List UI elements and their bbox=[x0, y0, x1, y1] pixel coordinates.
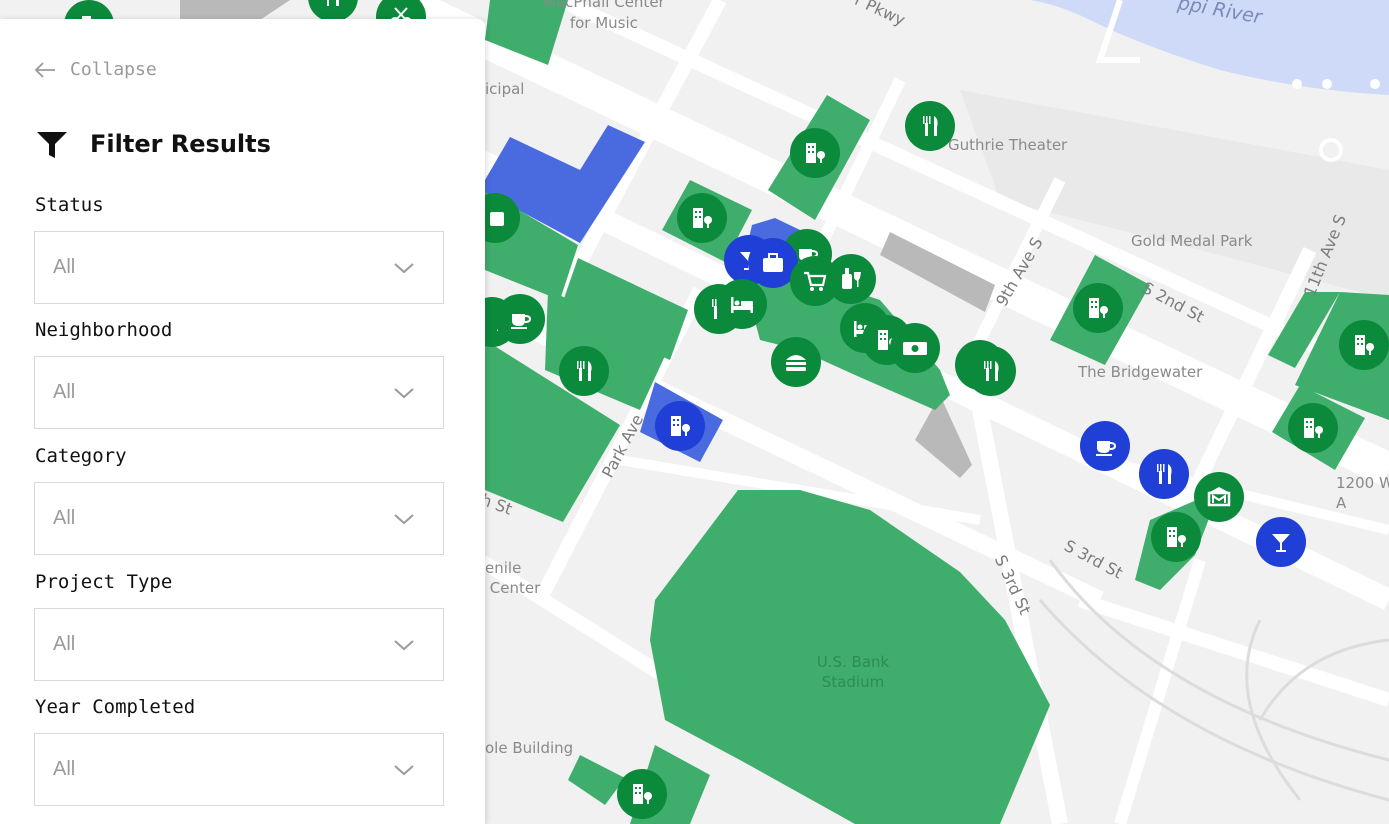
fork-knife-icon bbox=[923, 116, 938, 136]
label-bole-building: ole Building bbox=[485, 739, 574, 757]
chevron-down-icon bbox=[394, 764, 414, 775]
fork-knife-icon bbox=[577, 361, 592, 381]
project-type-label: Project Type bbox=[35, 571, 173, 593]
coffee-cup-icon bbox=[1096, 441, 1117, 456]
funnel-icon bbox=[37, 132, 67, 158]
chevron-down-icon bbox=[394, 513, 414, 524]
map-marker-dining[interactable] bbox=[1139, 449, 1189, 499]
map-marker-hotel[interactable] bbox=[717, 279, 767, 329]
status-label: Status bbox=[35, 194, 104, 216]
label-juvenile-center: enile Center bbox=[485, 559, 541, 597]
building-icon bbox=[1089, 298, 1108, 318]
filter-title: Filter Results bbox=[90, 130, 271, 158]
map-marker-dining[interactable] bbox=[966, 346, 1016, 396]
building-icon bbox=[671, 416, 690, 436]
briefcase-icon bbox=[763, 253, 783, 272]
label-1200-address: 1200 W A bbox=[1336, 474, 1389, 512]
building-icon bbox=[693, 208, 712, 228]
chevron-down-icon bbox=[394, 387, 414, 398]
museum-icon bbox=[1207, 487, 1231, 507]
map-marker-building[interactable] bbox=[655, 401, 705, 451]
map-marker-coffee[interactable] bbox=[495, 294, 545, 344]
cocktail-icon bbox=[1272, 534, 1290, 552]
fork-knife-icon bbox=[984, 361, 999, 381]
map-marker-building[interactable] bbox=[1288, 403, 1338, 453]
map-marker-museum[interactable] bbox=[1194, 472, 1244, 522]
year-completed-select[interactable]: All bbox=[34, 733, 444, 806]
building-icon bbox=[1355, 335, 1374, 355]
filter-panel: Collapse Filter Results Status All Neigh… bbox=[0, 19, 485, 824]
map-marker-dining[interactable] bbox=[905, 101, 955, 151]
label-gold-medal-park: Gold Medal Park bbox=[1131, 232, 1253, 250]
neighborhood-value: All bbox=[53, 381, 76, 403]
project-type-value: All bbox=[53, 633, 76, 655]
map-marker-bar[interactable] bbox=[1256, 517, 1306, 567]
chevron-down-icon bbox=[394, 262, 414, 273]
year-completed-label: Year Completed bbox=[35, 696, 196, 718]
year-completed-value: All bbox=[53, 758, 76, 780]
label-municipal: icipal bbox=[485, 80, 525, 98]
building-icon bbox=[1304, 418, 1323, 438]
map-marker-bank[interactable] bbox=[890, 323, 940, 373]
map-marker-building[interactable] bbox=[1151, 512, 1201, 562]
collapse-button[interactable]: Collapse bbox=[34, 59, 157, 80]
map-marker-liquor[interactable] bbox=[826, 254, 876, 304]
map-marker-dining[interactable] bbox=[559, 346, 609, 396]
category-label: Category bbox=[35, 445, 127, 467]
map-marker-building[interactable] bbox=[790, 128, 840, 178]
building-icon bbox=[1167, 527, 1186, 547]
collapse-label: Collapse bbox=[70, 59, 157, 80]
building-icon bbox=[633, 784, 652, 804]
label-bridgewater: The Bridgewater bbox=[1078, 363, 1203, 381]
map-marker-coffee[interactable] bbox=[1080, 421, 1130, 471]
map-marker-building[interactable] bbox=[617, 769, 667, 819]
burger-icon bbox=[786, 355, 806, 371]
map-marker-building[interactable] bbox=[677, 193, 727, 243]
category-select[interactable]: All bbox=[34, 482, 444, 555]
neighborhood-select[interactable]: All bbox=[34, 356, 444, 429]
bed-icon bbox=[731, 297, 753, 313]
dining-icon bbox=[327, 0, 339, 6]
label-macphail: MacPhail Center for Music bbox=[543, 0, 665, 32]
map-marker-building[interactable] bbox=[1073, 283, 1123, 333]
neighborhood-label: Neighborhood bbox=[35, 319, 173, 341]
wine-bottle-icon bbox=[842, 268, 861, 289]
map-marker-building[interactable] bbox=[1339, 320, 1389, 370]
label-us-bank-stadium: U.S. Bank Stadium bbox=[816, 653, 890, 691]
status-value: All bbox=[53, 256, 76, 278]
building-icon bbox=[806, 143, 825, 163]
map-marker-fast-food[interactable] bbox=[771, 337, 821, 387]
filter-header: Filter Results bbox=[36, 129, 271, 159]
arrow-left-icon bbox=[34, 61, 55, 78]
label-guthrie-theater: Guthrie Theater bbox=[948, 136, 1068, 154]
chevron-down-icon bbox=[394, 639, 414, 650]
category-value: All bbox=[53, 507, 76, 529]
coffee-cup-icon bbox=[511, 314, 532, 329]
status-select[interactable]: All bbox=[34, 231, 444, 304]
money-icon bbox=[903, 342, 927, 355]
fork-knife-icon bbox=[1157, 464, 1172, 484]
project-type-select[interactable]: All bbox=[34, 608, 444, 681]
